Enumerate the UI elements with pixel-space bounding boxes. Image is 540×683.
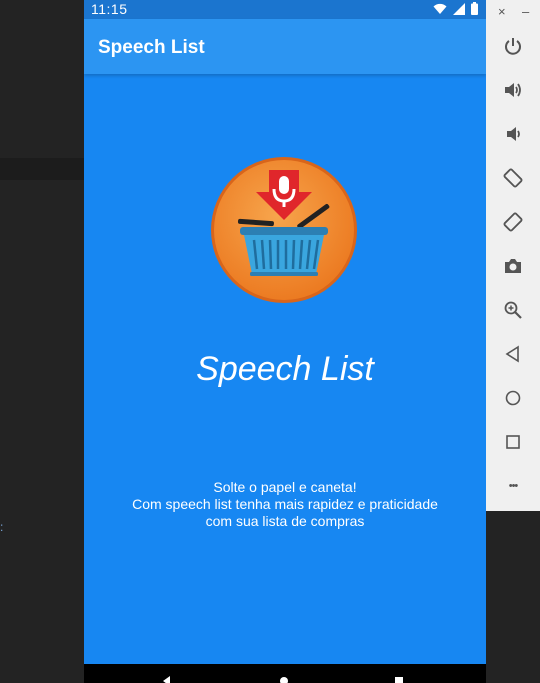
rotate-right-icon xyxy=(503,212,523,232)
splash-title: Speech List xyxy=(196,350,374,388)
tagline-line: Com speech list tenha mais rapidez e pra… xyxy=(132,496,438,512)
overview-button[interactable] xyxy=(501,430,525,454)
status-time: 11:15 xyxy=(91,1,128,17)
rotate-left-button[interactable] xyxy=(501,166,525,190)
status-bar: 11:15 xyxy=(84,0,486,19)
tagline: Solte o papel e caneta! Com speech list … xyxy=(84,479,486,530)
home-icon xyxy=(505,390,521,406)
camera-icon xyxy=(505,259,521,273)
close-window-button[interactable]: × xyxy=(498,4,506,19)
nav-home-icon[interactable] xyxy=(279,676,289,683)
zoom-button[interactable] xyxy=(501,298,525,322)
power-button[interactable] xyxy=(501,34,525,58)
emulator-toolbar: × – ••• xyxy=(486,0,540,511)
volume-down-button[interactable] xyxy=(501,122,525,146)
desktop-background: : 11:15 Speech List Speech List Solte o … xyxy=(0,0,540,683)
screenshot-button[interactable] xyxy=(501,254,525,278)
more-button[interactable]: ••• xyxy=(501,474,525,498)
navigation-bar xyxy=(84,664,486,683)
volume-up-icon xyxy=(505,83,521,97)
tagline-line: Solte o papel e caneta! xyxy=(213,479,357,495)
minimize-window-button[interactable]: – xyxy=(522,4,529,19)
nav-overview-icon[interactable] xyxy=(394,676,404,683)
app-title: Speech List xyxy=(98,37,205,58)
rotate-left-icon xyxy=(503,168,523,188)
wifi-icon xyxy=(433,3,447,14)
app-bar: Speech List xyxy=(84,19,486,74)
overview-icon xyxy=(506,435,520,449)
emulator-screen[interactable]: 11:15 Speech List Speech List Solte o pa… xyxy=(84,0,486,683)
app-logo xyxy=(211,157,357,303)
status-icons xyxy=(433,2,478,15)
zoom-icon xyxy=(504,301,522,319)
volume-down-icon xyxy=(507,127,520,141)
more-icon: ••• xyxy=(508,480,519,492)
desktop-panel-divider xyxy=(0,158,84,180)
home-button[interactable] xyxy=(501,386,525,410)
back-icon xyxy=(505,345,519,363)
tagline-line: com sua lista de compras xyxy=(205,513,365,529)
rotate-right-button[interactable] xyxy=(501,210,525,234)
volume-up-button[interactable] xyxy=(501,78,525,102)
signal-icon xyxy=(453,2,465,15)
nav-back-icon[interactable] xyxy=(162,676,172,683)
back-button[interactable] xyxy=(501,342,525,366)
desktop-edge-mark: : xyxy=(0,520,4,534)
battery-icon xyxy=(471,2,478,15)
power-icon xyxy=(505,38,521,55)
